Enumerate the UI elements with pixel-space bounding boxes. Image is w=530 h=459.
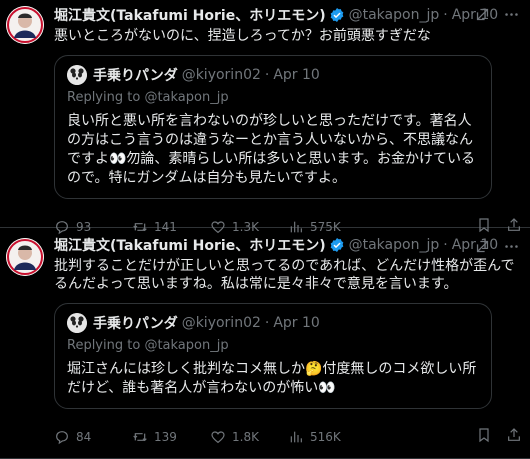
avatar-image <box>6 6 44 44</box>
share-icon[interactable] <box>506 427 522 446</box>
quoted-avatar <box>67 313 87 333</box>
timeline: 堀江貴文(Takafumi Horie、ホリエモン) @takapon_jp ·… <box>0 0 530 459</box>
repost-icon <box>132 429 148 445</box>
quoted-tweet-text: 良い所と悪い所を言わないのが珍しいと思っただけです。著名人の方はこう言うのは違う… <box>67 113 476 186</box>
like-count: 1.8K <box>232 429 259 444</box>
reply-count: 84 <box>76 429 92 444</box>
repost-button[interactable]: 139 <box>132 429 210 445</box>
quoted-tweet[interactable]: 手乗りパンダ @kiyorin02 · Apr 10 Replying to @… <box>54 303 492 409</box>
quoted-author-name: 手乗りパンダ <box>93 316 178 332</box>
quoted-date: Apr 10 <box>273 67 320 83</box>
views-count: 516K <box>310 429 341 444</box>
replying-to-handle: @takapon_jp <box>144 338 229 353</box>
separator-dot: · <box>264 315 270 331</box>
replying-to: Replying to @takapon_jp <box>67 90 479 106</box>
grok-icon[interactable] <box>474 238 491 255</box>
tweet[interactable]: 堀江貴文(Takafumi Horie、ホリエモン) @takapon_jp ·… <box>0 228 530 459</box>
quoted-author-handle: @kiyorin02 <box>181 315 261 331</box>
grok-icon[interactable] <box>474 6 491 23</box>
quoted-tweet-header: 手乗りパンダ @kiyorin02 · Apr 10 <box>67 65 479 85</box>
author-handle[interactable]: @takapon_jp <box>349 237 440 253</box>
views-button[interactable]: 516K <box>288 429 364 445</box>
separator-dot: · <box>443 7 448 23</box>
tweet-text: 批判することだけが正しいと思ってるのであれば、どんだけ性格が歪んでるんだよって思… <box>54 258 515 292</box>
bookmark-icon[interactable] <box>476 427 492 446</box>
repost-count: 139 <box>154 429 177 444</box>
avatar[interactable] <box>6 238 44 276</box>
avatar-image <box>6 238 44 276</box>
author-handle[interactable]: @takapon_jp <box>349 7 440 23</box>
more-icon[interactable] <box>503 6 520 23</box>
tweet-actions: 84 139 1.8K 516K <box>54 427 522 446</box>
quoted-author-handle: @kiyorin02 <box>181 67 261 83</box>
reply-button[interactable]: 84 <box>54 429 132 445</box>
tweet-secondary-actions <box>476 427 522 446</box>
author-name[interactable]: 堀江貴文(Takafumi Horie、ホリエモン) <box>54 235 326 255</box>
replying-to-prefix: Replying to <box>67 90 145 105</box>
quoted-tweet-text: 堀江さんには珍しく批判なコメ無しか🤔付度無しのコメ欲しい所だけど、誰も著名人が言… <box>67 361 477 396</box>
replying-to-handle: @takapon_jp <box>144 90 229 105</box>
reply-icon <box>54 429 70 445</box>
views-icon <box>288 429 304 445</box>
quoted-avatar <box>67 65 87 85</box>
tweet-header: 堀江貴文(Takafumi Horie、ホリエモン) @takapon_jp ·… <box>54 236 520 254</box>
tweet-header-actions <box>474 6 520 23</box>
replying-to-prefix: Replying to <box>67 338 145 353</box>
like-icon <box>210 429 226 445</box>
quoted-tweet-header: 手乗りパンダ @kiyorin02 · Apr 10 <box>67 313 479 333</box>
author-name[interactable]: 堀江貴文(Takafumi Horie、ホリエモン) <box>54 5 326 25</box>
verified-badge-icon <box>329 7 345 23</box>
verified-badge-icon <box>329 237 345 253</box>
separator-dot: · <box>264 67 270 83</box>
tweet-text: 悪いところがないのに、捏造しろってか？お前頭悪すぎだな <box>54 28 431 44</box>
tweet-header: 堀江貴文(Takafumi Horie、ホリエモン) @takapon_jp ·… <box>54 6 520 24</box>
quoted-tweet[interactable]: 手乗りパンダ @kiyorin02 · Apr 10 Replying to @… <box>54 55 492 199</box>
replying-to: Replying to @takapon_jp <box>67 338 479 354</box>
separator-dot: · <box>443 237 448 253</box>
more-icon[interactable] <box>503 238 520 255</box>
tweet[interactable]: 堀江貴文(Takafumi Horie、ホリエモン) @takapon_jp ·… <box>0 0 530 234</box>
like-button[interactable]: 1.8K <box>210 429 288 445</box>
quoted-date: Apr 10 <box>273 315 320 331</box>
tweet-header-actions <box>474 238 520 255</box>
quoted-author-name: 手乗りパンダ <box>93 68 178 84</box>
avatar[interactable] <box>6 6 44 44</box>
